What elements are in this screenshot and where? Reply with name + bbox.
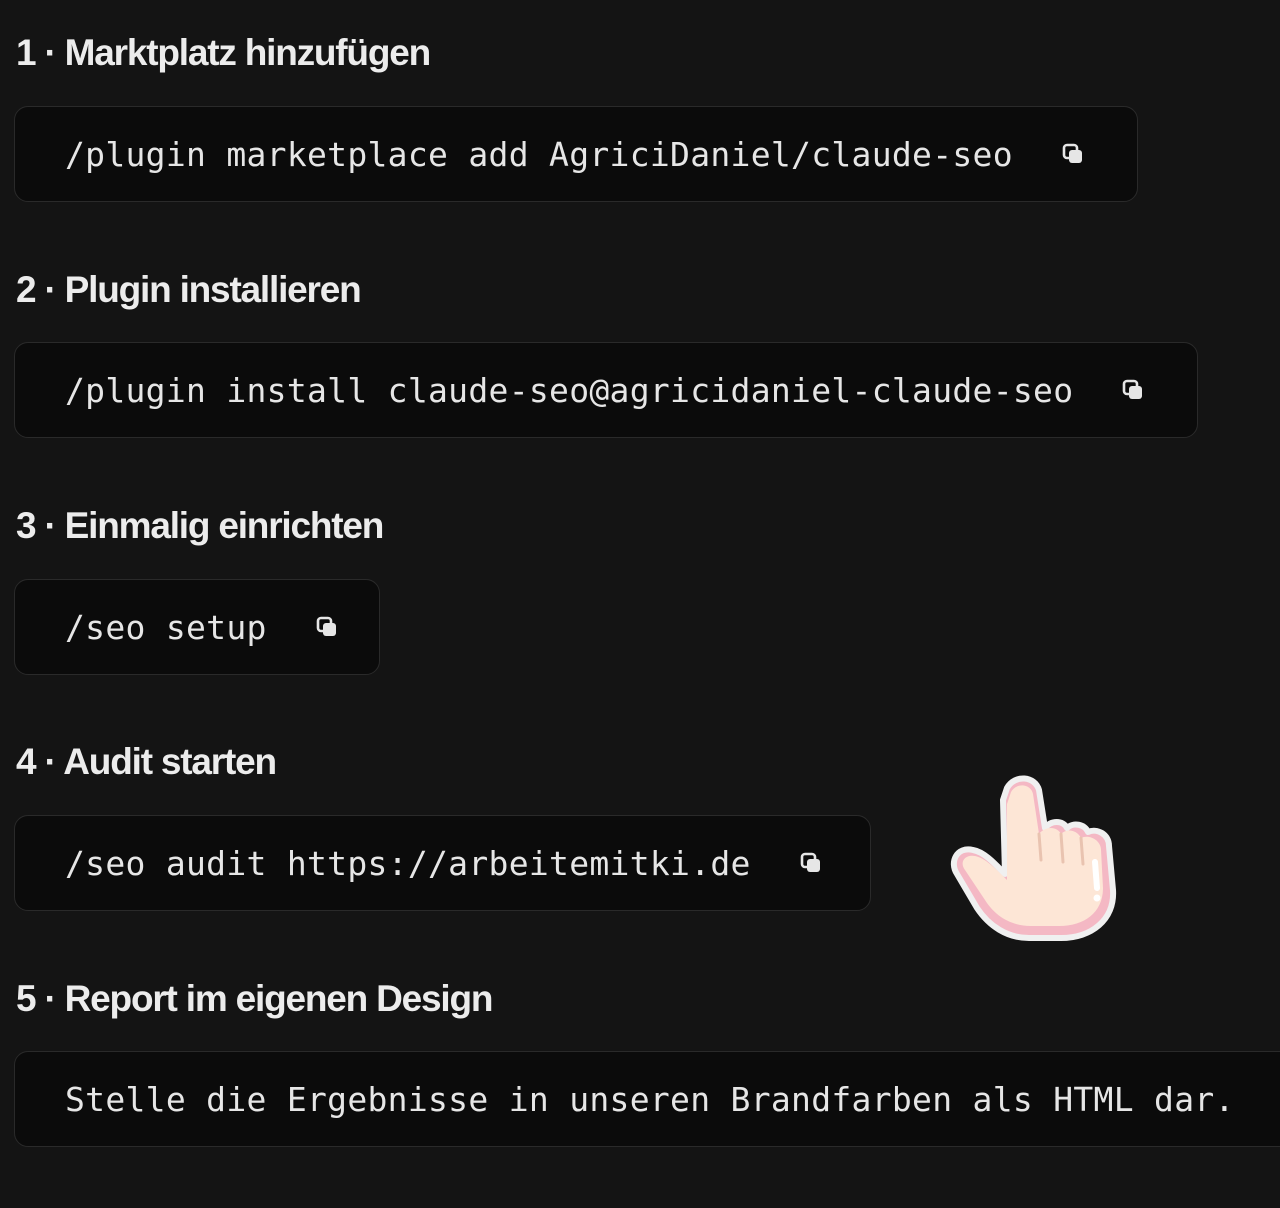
step-2-command: /plugin install claude-seo@agricidaniel-…	[65, 370, 1074, 410]
pointing-hand-icon	[945, 770, 1125, 945]
step-3-code-block[interactable]: /seo setup	[14, 579, 380, 675]
step-1-heading: 1 · Marktplatz hinzufügen	[16, 32, 431, 73]
step-5-code-block[interactable]: Stelle die Ergebnisse in unseren Brandfa…	[14, 1051, 1280, 1147]
step-3-command: /seo setup	[65, 607, 267, 647]
step-5-command: Stelle die Ergebnisse in unseren Brandfa…	[65, 1079, 1235, 1119]
copy-icon[interactable]	[1121, 378, 1145, 402]
copy-icon[interactable]	[799, 851, 823, 875]
step-4-heading: 4 · Audit starten	[16, 741, 277, 782]
step-4-code-block[interactable]: /seo audit https://arbeitemitki.de	[14, 815, 871, 911]
copy-icon[interactable]	[1061, 142, 1085, 166]
step-1-code-block[interactable]: /plugin marketplace add AgriciDaniel/cla…	[14, 106, 1138, 202]
step-5-heading: 5 · Report im eigenen Design	[16, 978, 493, 1019]
copy-icon[interactable]	[315, 615, 339, 639]
step-2-code-block[interactable]: /plugin install claude-seo@agricidaniel-…	[14, 342, 1198, 438]
step-1-command: /plugin marketplace add AgriciDaniel/cla…	[65, 134, 1013, 174]
step-3-heading: 3 · Einmalig einrichten	[16, 505, 384, 546]
step-4-command: /seo audit https://arbeitemitki.de	[65, 843, 751, 883]
step-2-heading: 2 · Plugin installieren	[16, 269, 362, 310]
